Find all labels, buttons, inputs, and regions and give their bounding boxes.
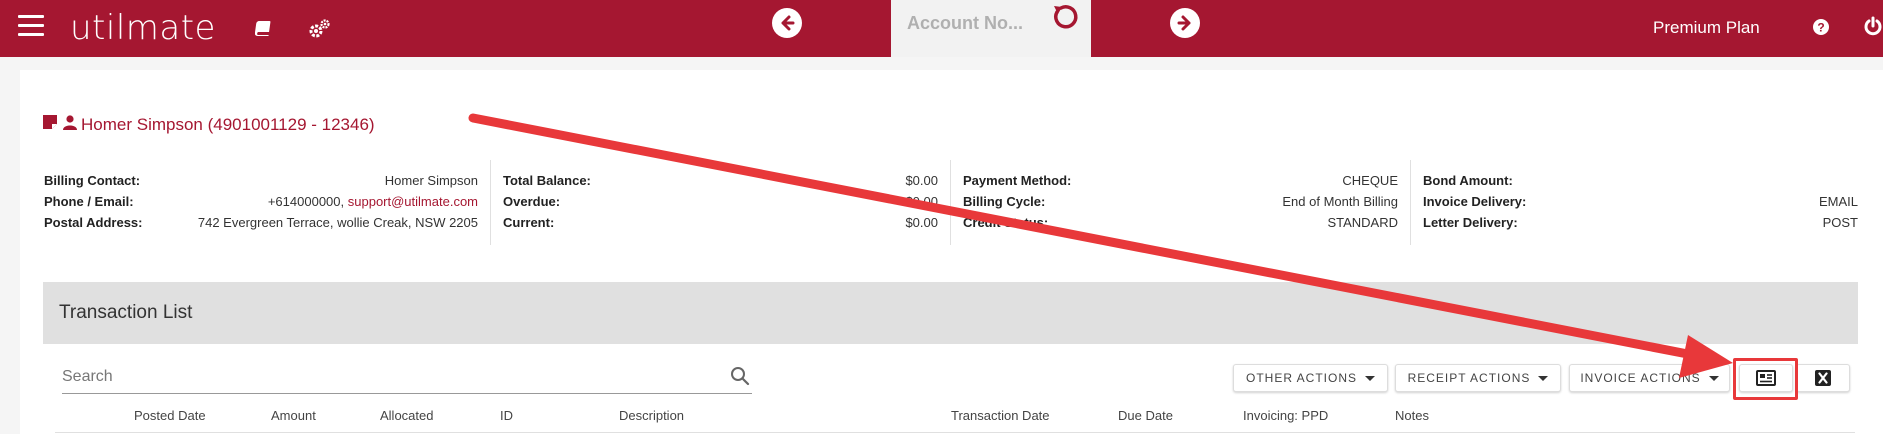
- customer-name-link[interactable]: Homer Simpson (4901001129 - 12346): [81, 115, 375, 135]
- info-row: Current: $0.00: [503, 215, 938, 230]
- account-number-input[interactable]: [907, 12, 1047, 34]
- info-row: Postal Address: 742 Evergreen Terrace, wo…: [44, 215, 478, 230]
- excel-icon: [1815, 370, 1831, 386]
- balance-info: Total Balance: $0.00 Overdue: $0.00 Curren…: [503, 170, 938, 233]
- next-account-button[interactable]: [1170, 8, 1200, 38]
- invoice-actions-button[interactable]: INVOICE ACTIONS: [1569, 364, 1730, 392]
- menu-icon[interactable]: [18, 15, 44, 37]
- info-row: Bond Amount:: [1423, 173, 1513, 188]
- info-row: Billing Cycle: End of Month Billing: [963, 194, 1398, 209]
- book-icon[interactable]: [254, 18, 277, 40]
- table-header-divider: [55, 432, 1855, 433]
- transaction-search: [62, 362, 752, 394]
- transaction-list-header: Transaction List: [43, 282, 1858, 344]
- app-logo[interactable]: utilmate: [70, 8, 216, 48]
- info-row: Credit Status: STANDARD: [963, 215, 1398, 230]
- info-row: Payment Method: CHEQUE: [963, 173, 1398, 188]
- receipt-actions-button[interactable]: RECEIPT ACTIONS: [1395, 364, 1561, 392]
- column-header-transaction-date[interactable]: Transaction Date: [951, 408, 1050, 423]
- customer-title: Homer Simpson (4901001129 - 12346): [43, 115, 375, 135]
- export-excel-button[interactable]: [1796, 364, 1850, 392]
- top-bar: utilmate Premium Plan ?: [0, 0, 1883, 57]
- transaction-list-title: Transaction List: [59, 302, 193, 323]
- info-row: Phone / Email: +614000000, support@utilma…: [44, 194, 478, 209]
- column-header-notes[interactable]: Notes: [1395, 408, 1429, 423]
- column-view-button[interactable]: [1739, 364, 1793, 392]
- divider: [490, 160, 491, 245]
- search-icon[interactable]: [730, 366, 750, 391]
- caret-down-icon: [1708, 375, 1719, 381]
- divider: [950, 160, 951, 245]
- note-icon[interactable]: [43, 115, 59, 135]
- list-card-icon: [1756, 370, 1776, 386]
- column-header-allocated[interactable]: Allocated: [380, 408, 433, 423]
- column-header-due-date[interactable]: Due Date: [1118, 408, 1173, 423]
- column-header-description[interactable]: Description: [619, 408, 684, 423]
- other-actions-button[interactable]: OTHER ACTIONS: [1233, 364, 1388, 392]
- help-icon[interactable]: ?: [1811, 17, 1833, 39]
- user-icon: [63, 115, 77, 135]
- caret-down-icon: [1365, 375, 1375, 381]
- email-link[interactable]: support@utilmate.com: [348, 194, 478, 209]
- column-header-posted-date[interactable]: Posted Date: [134, 408, 206, 423]
- account-search-box: [891, 0, 1091, 57]
- column-header-amount[interactable]: Amount: [271, 408, 316, 423]
- column-header-id[interactable]: ID: [500, 408, 513, 423]
- plan-label[interactable]: Premium Plan: [1653, 18, 1760, 38]
- caret-down-icon: [1538, 375, 1549, 381]
- power-icon[interactable]: [1863, 16, 1883, 38]
- svg-text:?: ?: [1817, 21, 1824, 35]
- contact-info: Billing Contact: Homer Simpson Phone / Em…: [44, 170, 478, 233]
- info-row: Overdue: $0.00: [503, 194, 938, 209]
- info-row: Billing Contact: Homer Simpson: [44, 173, 478, 188]
- previous-account-button[interactable]: [772, 8, 802, 38]
- search-input[interactable]: [62, 366, 702, 388]
- gears-icon[interactable]: [307, 18, 330, 40]
- refresh-icon[interactable]: [1049, 2, 1081, 39]
- info-row: Invoice Delivery: EMAIL: [1423, 194, 1858, 209]
- column-header-invoicing-ppd[interactable]: Invoicing: PPD: [1243, 408, 1328, 423]
- info-row: Letter Delivery: POST: [1423, 215, 1858, 230]
- info-row: Total Balance: $0.00: [503, 173, 938, 188]
- divider: [1410, 160, 1411, 245]
- delivery-info: Bond Amount: Invoice Delivery: EMAIL Lett…: [1423, 170, 1858, 233]
- billing-info: Payment Method: CHEQUE Billing Cycle: End …: [963, 170, 1398, 233]
